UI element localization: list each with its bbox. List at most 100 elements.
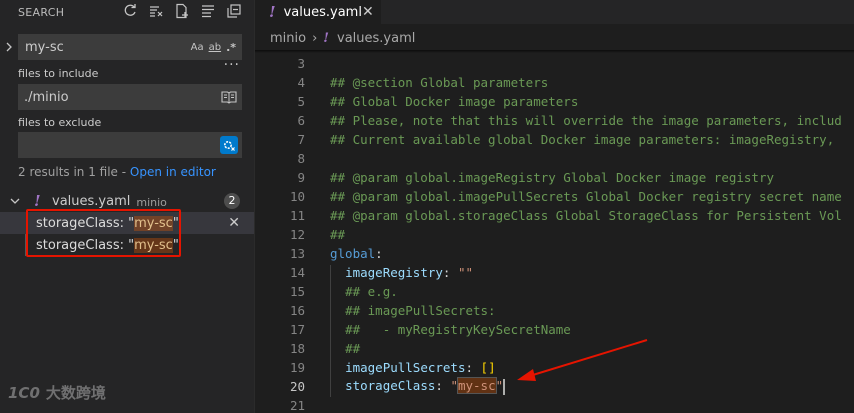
new-search-editor-icon[interactable] <box>174 2 190 20</box>
breadcrumb-folder[interactable]: minio <box>270 31 306 46</box>
breadcrumb: minio › ! values.yaml <box>255 24 854 52</box>
breadcrumb-separator: › <box>312 30 318 46</box>
collapse-all-icon[interactable] <box>226 2 242 20</box>
yaml-bracket: [] <box>480 360 496 375</box>
line-content: global: <box>305 246 383 261</box>
files-to-include-input[interactable] <box>18 89 221 105</box>
indent-guide <box>330 360 331 379</box>
result-file-row[interactable]: ! values.yaml minio 2 <box>0 190 254 212</box>
line-content: ## @section Global parameters <box>330 75 549 90</box>
yaml-file-icon: ! <box>269 3 276 21</box>
files-to-include-box <box>18 84 242 110</box>
editor-area: ! values.yaml ✕ minio › ! values.yaml 3 … <box>255 0 854 413</box>
files-to-exclude-input[interactable] <box>18 137 220 153</box>
breadcrumb-shadow <box>255 50 854 53</box>
yaml-colon: : <box>435 378 451 394</box>
search-sidebar: SEARCH Aa ab .* ··· files to include <box>0 0 255 413</box>
use-exclude-settings-icon[interactable] <box>220 136 238 154</box>
files-to-include-label: files to include <box>18 67 99 80</box>
search-only-open-editors-icon[interactable] <box>221 90 237 104</box>
indent-guide <box>330 303 331 322</box>
match-whole-word-toggle[interactable]: ab <box>209 42 221 53</box>
line-number: 14 <box>289 265 305 280</box>
line-number: 18 <box>289 341 305 356</box>
result-count-text: 2 results in 1 file - <box>18 165 130 179</box>
chevron-down-icon[interactable] <box>10 197 22 205</box>
line-number: 9 <box>297 170 305 185</box>
line-number: 5 <box>297 94 305 109</box>
clear-results-icon[interactable] <box>148 2 164 20</box>
indent-guide <box>330 341 331 360</box>
line-content: ## - myRegistryKeySecretName <box>305 322 571 341</box>
line-content: imageRegistry: "" <box>305 265 474 284</box>
code-line: 5 ## Global Docker image parameters <box>255 92 854 111</box>
indent-guide <box>330 378 331 398</box>
line-content: ## <box>330 227 346 242</box>
code-line: 13 global: <box>255 244 854 263</box>
watermark-logo: 1C0 <box>8 383 40 402</box>
line-number: 11 <box>289 208 305 223</box>
yaml-colon: : <box>465 360 481 375</box>
match-item[interactable]: storageClass: " my-sc " ✕ <box>0 212 254 234</box>
close-tab-icon[interactable]: ✕ <box>362 4 374 20</box>
sidebar-title: SEARCH <box>18 6 65 19</box>
indent-guide <box>330 265 331 284</box>
line-number: 16 <box>289 303 305 318</box>
code-line: 10 ## @param global.imagePullSecrets Glob… <box>255 187 854 206</box>
yaml-string-quote: " <box>495 378 504 394</box>
code-line: 7 ## Current available global Docker imag… <box>255 130 854 149</box>
toggle-search-details-icon[interactable]: ··· <box>224 58 240 72</box>
yaml-string: "" <box>457 265 474 280</box>
line-number: 8 <box>297 151 305 166</box>
line-content: ## @param global.storageClass Global Sto… <box>330 208 842 223</box>
line-number: 20 <box>289 379 305 394</box>
yaml-comment: ## - myRegistryKeySecretName <box>345 322 571 337</box>
yaml-file-icon: ! <box>34 192 41 210</box>
breadcrumb-file[interactable]: values.yaml <box>337 31 415 46</box>
use-regex-toggle[interactable]: .* <box>226 41 236 54</box>
sidebar-actions <box>122 2 242 20</box>
line-content: storageClass: "my-sc" <box>305 377 506 398</box>
match-text-after: " <box>172 215 179 231</box>
line-number: 19 <box>289 360 305 375</box>
yaml-key: imagePullSecrets <box>345 360 466 375</box>
match-text-before: storageClass: " <box>36 237 135 253</box>
match-item[interactable]: storageClass: " my-sc " <box>0 234 254 256</box>
yaml-key: storageClass <box>345 378 436 394</box>
code-line: 17 ## - myRegistryKeySecretName <box>255 320 854 341</box>
refresh-icon[interactable] <box>122 2 138 20</box>
line-number: 7 <box>297 132 305 147</box>
result-file-name: values.yaml <box>52 193 131 209</box>
code-line: 6 ## Please, note that this will override… <box>255 111 854 130</box>
tab-label: values.yaml <box>283 4 362 20</box>
line-content: ## @param global.imagePullSecrets Global… <box>330 189 842 204</box>
code-line-active: 20 storageClass: "my-sc" <box>255 377 854 398</box>
code-line: 3 <box>255 54 854 73</box>
yaml-colon: : <box>442 265 458 280</box>
code-line: 16 ## imagePullSecrets: <box>255 301 854 322</box>
open-in-editor-link[interactable]: Open in editor <box>130 165 216 179</box>
search-input-box: Aa ab .* <box>18 34 242 60</box>
yaml-comment: ## e.g. <box>345 284 398 299</box>
code-line: 21 <box>255 396 854 413</box>
match-case-toggle[interactable]: Aa <box>191 42 204 53</box>
line-number: 4 <box>297 75 305 90</box>
yaml-string-quote: " <box>450 378 458 394</box>
indent-guide <box>330 322 331 341</box>
dismiss-match-icon[interactable]: ✕ <box>228 215 240 231</box>
line-content: ## @param global.imageRegistry Global Do… <box>330 170 775 185</box>
line-number: 15 <box>289 284 305 299</box>
line-content: ## <box>305 341 361 360</box>
code-line: 15 ## e.g. <box>255 282 854 303</box>
match-highlight: my-sc <box>134 237 173 253</box>
view-as-tree-icon[interactable] <box>200 2 216 20</box>
code-line: 14 imageRegistry: "" <box>255 263 854 284</box>
yaml-comment: ## <box>345 341 361 356</box>
indent-guide <box>330 284 331 303</box>
code-view[interactable]: 3 4 ## @section Global parameters 5 ## Glo… <box>255 54 854 413</box>
yaml-colon: : <box>375 246 383 261</box>
search-input[interactable] <box>19 39 191 55</box>
line-content: ## Global Docker image parameters <box>330 94 579 109</box>
toggle-replace-chevron-icon[interactable] <box>3 40 15 54</box>
tab-values-yaml[interactable]: ! values.yaml ✕ <box>255 0 381 24</box>
